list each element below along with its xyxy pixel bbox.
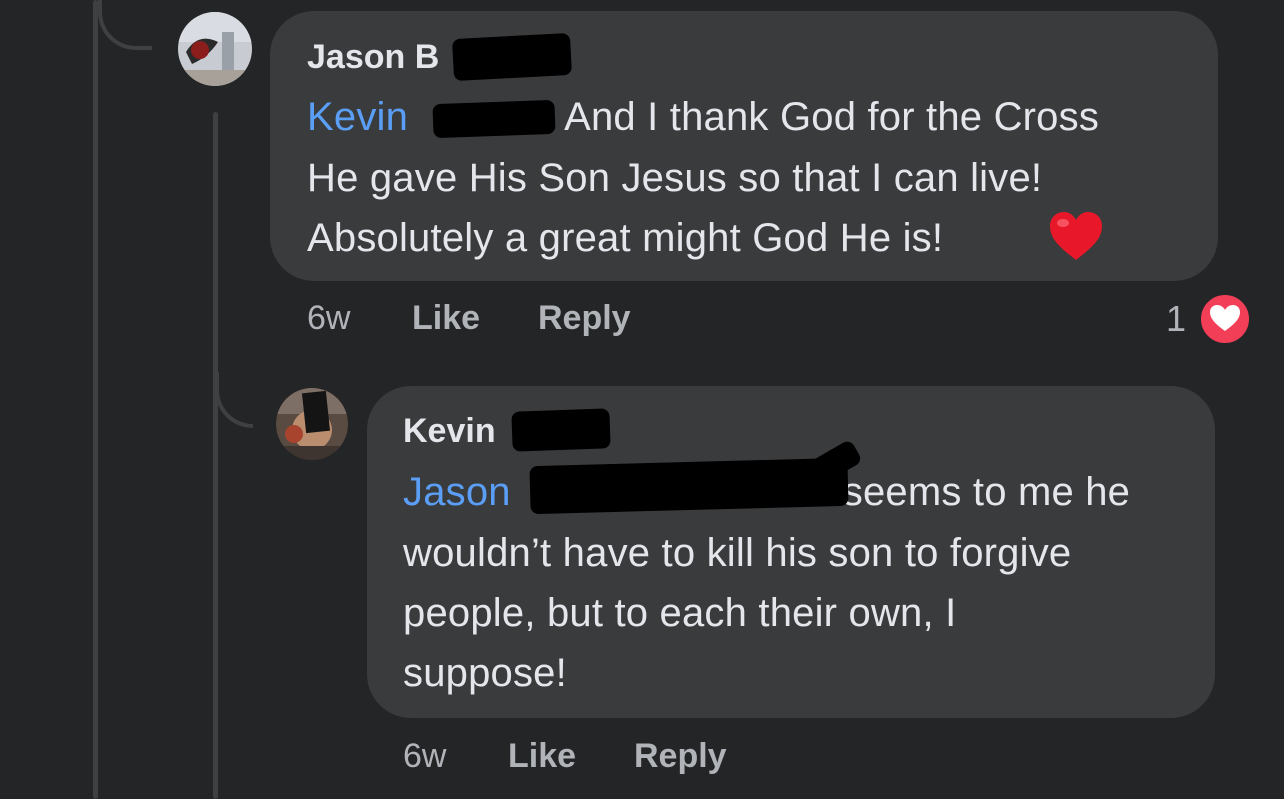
thread-line-inner: [213, 112, 218, 799]
thread-connector-reply: [215, 372, 253, 428]
comment-line-4: suppose!: [403, 651, 567, 695]
avatar[interactable]: [276, 388, 348, 460]
comment-line-1: Kevin And I thank God for the Cross: [307, 95, 1100, 139]
comment-line-3: Absolutely a great might God He is!: [307, 216, 944, 260]
like-button[interactable]: Like: [508, 737, 576, 776]
reaction-count[interactable]: 1: [1166, 298, 1186, 340]
reply-button[interactable]: Reply: [634, 737, 727, 776]
comment-line-3: people, but to each their own, I: [403, 591, 957, 635]
comment-timestamp[interactable]: 6w: [403, 737, 446, 776]
like-button[interactable]: Like: [412, 299, 480, 338]
comment-author[interactable]: Kevin: [403, 412, 496, 451]
redaction-mark: [432, 99, 556, 139]
heart-reaction-icon[interactable]: [1198, 292, 1252, 346]
thread-line-outer: [93, 0, 98, 799]
reply-button[interactable]: Reply: [538, 299, 631, 338]
heart-emoji: [1048, 210, 1104, 264]
redaction-mark: [451, 32, 573, 82]
comment-line-2: He gave His Son Jesus so that I can live…: [307, 156, 1043, 200]
redaction-mark: [511, 408, 611, 452]
comment-timestamp[interactable]: 6w: [307, 299, 350, 338]
comment-author[interactable]: Jason B: [307, 38, 439, 77]
avatar[interactable]: [178, 12, 252, 86]
thread-connector-top: [98, 0, 152, 50]
mention-link[interactable]: Kevin: [307, 95, 408, 139]
mention-link[interactable]: Jason: [403, 470, 511, 514]
redaction-mark: [529, 457, 849, 515]
comment-line-2: wouldn’t have to kill his son to forgive: [403, 531, 1072, 575]
